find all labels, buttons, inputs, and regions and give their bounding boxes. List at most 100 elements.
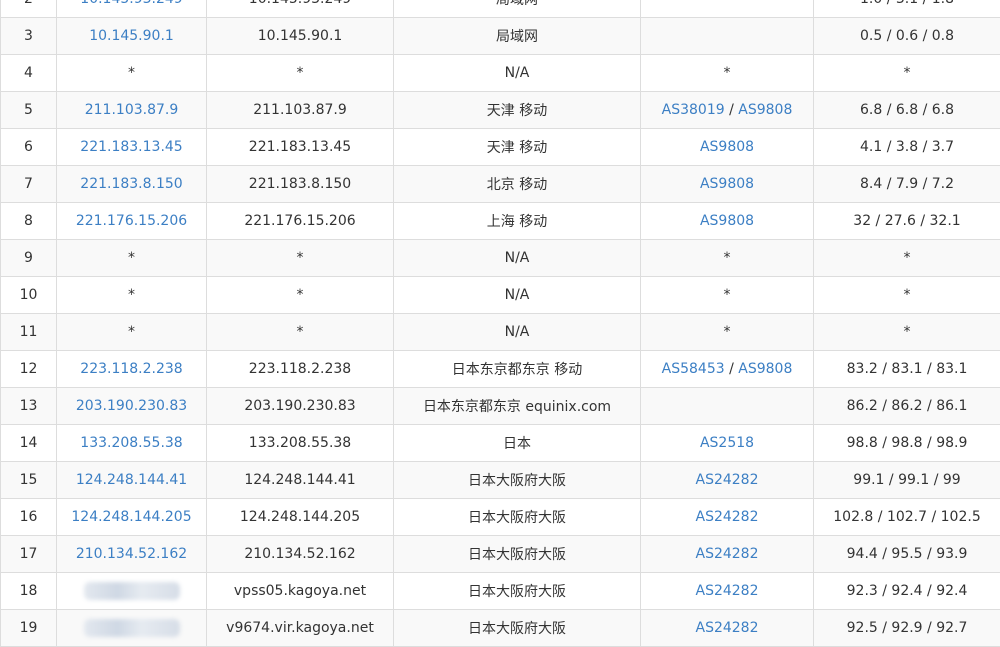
table-row: 6221.183.13.45221.183.13.45天津 移动AS98084.… bbox=[1, 129, 1000, 166]
hop-number-cell: 9 bbox=[1, 240, 57, 277]
latency-cell: 0.5 / 0.6 / 0.8 bbox=[814, 18, 1000, 55]
hostname-cell: 221.183.8.150 bbox=[207, 166, 394, 203]
latency-cell: 92.5 / 92.9 / 92.7 bbox=[814, 610, 1000, 647]
asn-link[interactable]: AS9808 bbox=[738, 361, 792, 377]
hop-number-cell: 10 bbox=[1, 277, 57, 314]
asn-cell bbox=[641, 0, 814, 18]
asn-cell: AS24282 bbox=[641, 610, 814, 647]
hostname-cell: * bbox=[207, 314, 394, 351]
latency-cell: * bbox=[814, 55, 1000, 92]
hostname-cell: 10.145.90.1 bbox=[207, 18, 394, 55]
latency-cell: 86.2 / 86.2 / 86.1 bbox=[814, 388, 1000, 425]
asn-link[interactable]: AS9808 bbox=[700, 213, 754, 229]
hop-number-cell: 12 bbox=[1, 351, 57, 388]
latency-cell: 83.2 / 83.1 / 83.1 bbox=[814, 351, 1000, 388]
ip-link[interactable]: 211.103.87.9 bbox=[85, 102, 179, 118]
ip-cell bbox=[57, 610, 207, 647]
ip-link[interactable]: 223.118.2.238 bbox=[80, 361, 182, 377]
ip-cell: 223.118.2.238 bbox=[57, 351, 207, 388]
hop-number-cell: 18 bbox=[1, 573, 57, 610]
ip-link[interactable]: 124.248.144.205 bbox=[71, 509, 191, 525]
asn-cell: * bbox=[641, 277, 814, 314]
ip-cell: * bbox=[57, 277, 207, 314]
location-cell: 日本东京都东京 equinix.com bbox=[394, 388, 641, 425]
location-cell: 日本大阪府大阪 bbox=[394, 573, 641, 610]
asn-link[interactable]: AS24282 bbox=[696, 583, 759, 599]
traceroute-table-body: 210.145.93.24910.145.93.249局域网1.0 / 3.1 … bbox=[1, 0, 1000, 647]
ip-cell: * bbox=[57, 55, 207, 92]
ip-cell: 10.145.93.249 bbox=[57, 0, 207, 18]
asn-link[interactable]: AS2518 bbox=[700, 435, 754, 451]
hop-number-cell: 3 bbox=[1, 18, 57, 55]
ip-link[interactable]: 10.145.93.249 bbox=[80, 0, 182, 7]
hostname-cell: 221.176.15.206 bbox=[207, 203, 394, 240]
latency-cell: * bbox=[814, 277, 1000, 314]
asn-cell: AS2518 bbox=[641, 425, 814, 462]
table-row: 8221.176.15.206221.176.15.206上海 移动AS9808… bbox=[1, 203, 1000, 240]
location-cell: N/A bbox=[394, 240, 641, 277]
latency-cell: 98.8 / 98.8 / 98.9 bbox=[814, 425, 1000, 462]
ip-cell: * bbox=[57, 240, 207, 277]
asn-cell: * bbox=[641, 314, 814, 351]
table-row: 15124.248.144.41124.248.144.41日本大阪府大阪AS2… bbox=[1, 462, 1000, 499]
hostname-cell: 133.208.55.38 bbox=[207, 425, 394, 462]
hostname-cell: 203.190.230.83 bbox=[207, 388, 394, 425]
hop-number-cell: 17 bbox=[1, 536, 57, 573]
asn-link[interactable]: AS9808 bbox=[700, 176, 754, 192]
location-cell: 日本 bbox=[394, 425, 641, 462]
latency-cell: 99.1 / 99.1 / 99 bbox=[814, 462, 1000, 499]
ip-cell: * bbox=[57, 314, 207, 351]
asn-link[interactable]: AS9808 bbox=[738, 102, 792, 118]
redacted-ip bbox=[84, 619, 180, 637]
redacted-ip bbox=[84, 582, 180, 600]
hostname-cell: * bbox=[207, 240, 394, 277]
ip-cell: 221.183.8.150 bbox=[57, 166, 207, 203]
asn-link[interactable]: AS58453 bbox=[662, 361, 725, 377]
hostname-cell: 221.183.13.45 bbox=[207, 129, 394, 166]
asn-cell: AS38019 / AS9808 bbox=[641, 92, 814, 129]
asn-cell: AS9808 bbox=[641, 129, 814, 166]
table-row: 310.145.90.110.145.90.1局域网0.5 / 0.6 / 0.… bbox=[1, 18, 1000, 55]
hop-number-cell: 4 bbox=[1, 55, 57, 92]
asn-link[interactable]: AS24282 bbox=[696, 546, 759, 562]
ip-link[interactable]: 203.190.230.83 bbox=[76, 398, 187, 414]
ip-link[interactable]: 221.183.13.45 bbox=[80, 139, 182, 155]
ip-cell: 211.103.87.9 bbox=[57, 92, 207, 129]
hostname-cell: 10.145.93.249 bbox=[207, 0, 394, 18]
asn-link[interactable]: AS24282 bbox=[696, 509, 759, 525]
asn-cell: AS9808 bbox=[641, 166, 814, 203]
ip-link[interactable]: 210.134.52.162 bbox=[76, 546, 187, 562]
ip-link[interactable]: 221.176.15.206 bbox=[76, 213, 187, 229]
hop-number-cell: 14 bbox=[1, 425, 57, 462]
asn-link[interactable]: AS24282 bbox=[696, 472, 759, 488]
hostname-cell: * bbox=[207, 55, 394, 92]
hostname-cell: vpss05.kagoya.net bbox=[207, 573, 394, 610]
location-cell: 日本大阪府大阪 bbox=[394, 610, 641, 647]
latency-cell: 4.1 / 3.8 / 3.7 bbox=[814, 129, 1000, 166]
latency-cell: 92.3 / 92.4 / 92.4 bbox=[814, 573, 1000, 610]
hostname-cell: 223.118.2.238 bbox=[207, 351, 394, 388]
table-row: 14133.208.55.38133.208.55.38日本AS251898.8… bbox=[1, 425, 1000, 462]
asn-link[interactable]: AS9808 bbox=[700, 139, 754, 155]
asn-cell: * bbox=[641, 55, 814, 92]
hop-number-cell: 8 bbox=[1, 203, 57, 240]
latency-cell: 94.4 / 95.5 / 93.9 bbox=[814, 536, 1000, 573]
table-row: 13203.190.230.83203.190.230.83日本东京都东京 eq… bbox=[1, 388, 1000, 425]
ip-link[interactable]: 133.208.55.38 bbox=[80, 435, 182, 451]
ip-link[interactable]: 10.145.90.1 bbox=[89, 28, 174, 44]
asn-cell: AS58453 / AS9808 bbox=[641, 351, 814, 388]
ip-cell: 124.248.144.41 bbox=[57, 462, 207, 499]
ip-cell: 210.134.52.162 bbox=[57, 536, 207, 573]
asn-link[interactable]: AS38019 bbox=[662, 102, 725, 118]
asn-cell: AS24282 bbox=[641, 499, 814, 536]
hop-number-cell: 7 bbox=[1, 166, 57, 203]
table-row: 18 vpss05.kagoya.net日本大阪府大阪 AS24282 92.3 / … bbox=[1, 573, 1000, 610]
ip-cell: 10.145.90.1 bbox=[57, 18, 207, 55]
asn-cell: AS24282 bbox=[641, 462, 814, 499]
ip-link[interactable]: 124.248.144.41 bbox=[76, 472, 187, 488]
location-cell: 上海 移动 bbox=[394, 203, 641, 240]
hop-number-cell: 2 bbox=[1, 0, 57, 18]
location-cell: 局域网 bbox=[394, 0, 641, 18]
asn-cell: AS24282 bbox=[641, 536, 814, 573]
ip-link[interactable]: 221.183.8.150 bbox=[80, 176, 182, 192]
